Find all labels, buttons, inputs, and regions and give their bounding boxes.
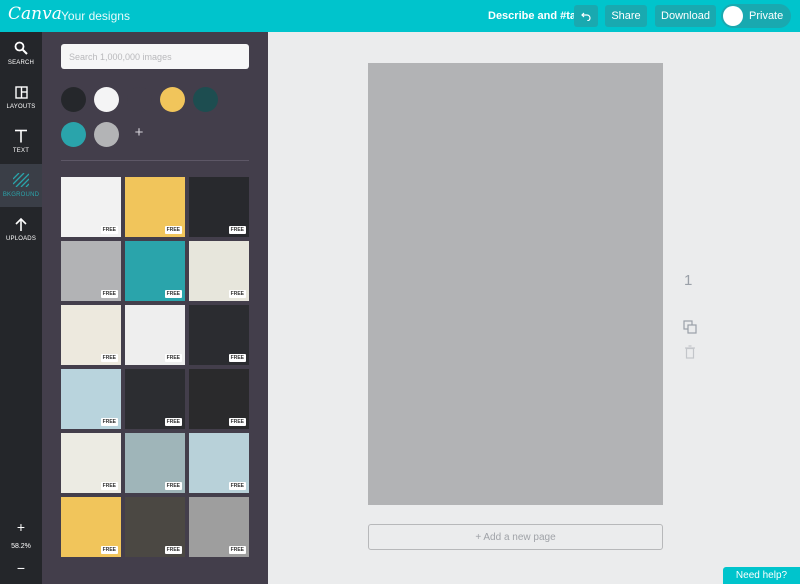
- layouts-icon: [13, 84, 29, 100]
- color-swatch[interactable]: [61, 87, 86, 112]
- search-icon: [13, 40, 29, 56]
- background-tile[interactable]: FREE: [125, 433, 185, 493]
- image-search-input[interactable]: [61, 44, 249, 69]
- free-badge: FREE: [228, 226, 246, 234]
- free-badge: FREE: [228, 354, 246, 362]
- nav-item-uploads[interactable]: UPLOADS: [0, 208, 42, 251]
- nav-label-uploads: UPLOADS: [5, 236, 37, 242]
- panel-divider: [61, 160, 249, 161]
- nav-label-text: TEXT: [12, 148, 30, 154]
- delete-page-icon[interactable]: [684, 345, 696, 359]
- background-tile[interactable]: FREE: [189, 177, 249, 237]
- nav-label-search: SEARCH: [7, 60, 35, 66]
- top-bar: Canva Your designs Describe and #tag Sha…: [0, 0, 800, 32]
- free-badge: FREE: [164, 354, 182, 362]
- free-badge: FREE: [100, 290, 118, 298]
- free-badge: FREE: [228, 418, 246, 426]
- color-swatch[interactable]: [94, 122, 119, 147]
- free-badge: FREE: [100, 226, 118, 234]
- canvas-area: 1 + Add a new page: [268, 32, 800, 584]
- free-badge: FREE: [164, 418, 182, 426]
- undo-icon: [581, 12, 591, 21]
- zoom-out-button[interactable]: −: [0, 560, 42, 576]
- text-icon: [13, 128, 29, 144]
- free-badge: FREE: [164, 290, 182, 298]
- background-tile[interactable]: FREE: [61, 177, 121, 237]
- design-title-field[interactable]: Describe and #tag: [488, 10, 583, 22]
- canva-logo[interactable]: Canva: [8, 4, 62, 24]
- free-badge: FREE: [164, 482, 182, 490]
- background-tile[interactable]: FREE: [125, 369, 185, 429]
- download-button[interactable]: Download: [655, 5, 716, 27]
- free-badge: FREE: [228, 546, 246, 554]
- background-tile[interactable]: FREE: [61, 369, 121, 429]
- nav-item-background[interactable]: BKGROUND: [0, 164, 42, 207]
- background-tile[interactable]: FREE: [61, 497, 121, 557]
- nav-label-layouts: LAYOUTS: [6, 104, 36, 110]
- nav-item-layouts[interactable]: LAYOUTS: [0, 76, 42, 119]
- free-badge: FREE: [228, 290, 246, 298]
- background-tile[interactable]: FREE: [125, 241, 185, 301]
- color-swatch[interactable]: [127, 87, 152, 112]
- background-tile[interactable]: FREE: [61, 241, 121, 301]
- nav-label-background: BKGROUND: [2, 192, 40, 198]
- color-swatch[interactable]: [193, 87, 218, 112]
- zoom-in-button[interactable]: +: [0, 519, 42, 535]
- background-tile[interactable]: FREE: [125, 177, 185, 237]
- background-tile[interactable]: FREE: [189, 305, 249, 365]
- background-tile[interactable]: FREE: [125, 497, 185, 557]
- add-color-button[interactable]: +: [128, 122, 150, 144]
- color-swatch[interactable]: [61, 122, 86, 147]
- zoom-level: 58.2%: [11, 543, 31, 550]
- color-swatch[interactable]: [94, 87, 119, 112]
- background-tile[interactable]: FREE: [61, 305, 121, 365]
- nav-item-search[interactable]: SEARCH: [0, 32, 42, 75]
- background-panel: + FREE FREE FREE FREE FREE FREE FREE FREE FREE FR…: [42, 32, 268, 584]
- private-label: Private: [749, 10, 784, 22]
- free-badge: FREE: [100, 546, 118, 554]
- background-tile[interactable]: FREE: [189, 497, 249, 557]
- left-nav: SEARCH LAYOUTS TEXT BKGROUND UPLOADS + 5…: [0, 32, 42, 584]
- toggle-knob: [723, 6, 743, 26]
- upload-icon: [13, 216, 29, 232]
- design-page[interactable]: [368, 63, 663, 505]
- need-help-button[interactable]: Need help?: [723, 567, 800, 584]
- free-badge: FREE: [100, 354, 118, 362]
- free-badge: FREE: [228, 482, 246, 490]
- free-badge: FREE: [164, 546, 182, 554]
- duplicate-page-icon[interactable]: [683, 320, 697, 334]
- background-tile[interactable]: FREE: [61, 433, 121, 493]
- background-tile[interactable]: FREE: [189, 241, 249, 301]
- color-swatch[interactable]: [160, 87, 185, 112]
- free-badge: FREE: [100, 482, 118, 490]
- page-number: 1: [684, 272, 693, 289]
- share-button[interactable]: Share: [605, 5, 647, 27]
- background-tile[interactable]: FREE: [189, 433, 249, 493]
- add-page-button[interactable]: + Add a new page: [368, 524, 663, 550]
- background-tile[interactable]: FREE: [189, 369, 249, 429]
- free-badge: FREE: [164, 226, 182, 234]
- your-designs-link[interactable]: Your designs: [61, 9, 130, 23]
- background-icon: [13, 172, 29, 188]
- nav-item-text[interactable]: TEXT: [0, 120, 42, 163]
- background-tile[interactable]: FREE: [125, 305, 185, 365]
- private-toggle[interactable]: Private: [721, 4, 791, 28]
- free-badge: FREE: [100, 418, 118, 426]
- undo-button[interactable]: [574, 5, 598, 27]
